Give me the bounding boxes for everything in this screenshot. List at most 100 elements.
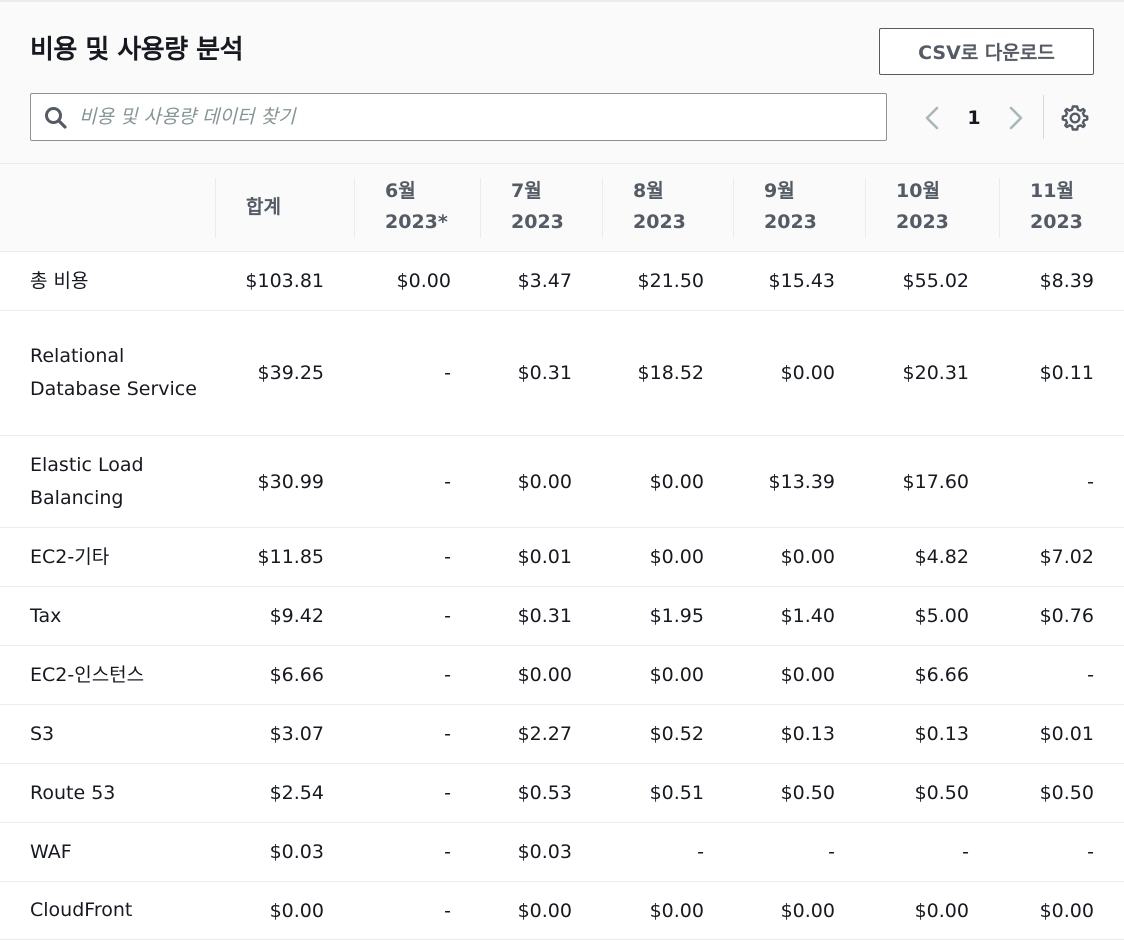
monthly-cost-cell: $21.50 [637, 270, 704, 292]
monthly-cost-cell: $0.00 [649, 470, 704, 493]
chevron-right-icon[interactable] [1000, 102, 1030, 134]
monthly-cost-cell: $6.66 [914, 664, 969, 686]
service-name: EC2-인스턴스 [30, 663, 145, 686]
monthly-cost-cell: $0.00 [914, 899, 969, 922]
column-header-name [0, 164, 215, 251]
monthly-cost-cell: $0.11 [1039, 362, 1094, 384]
monthly-cost-cell: $20.31 [902, 362, 969, 384]
monthly-cost-cell: $0.00 [517, 470, 572, 493]
column-header-line1: 10월 [896, 180, 940, 202]
monthly-cost-cell: $0.13 [914, 723, 969, 745]
monthly-cost-cell: $7.02 [1039, 546, 1094, 568]
monthly-cost-cell: $0.50 [780, 782, 835, 804]
monthly-cost-cell: $0.00 [649, 546, 704, 568]
total-cost-cell: $0.00 [269, 899, 324, 922]
monthly-cost-cell: - [444, 899, 451, 922]
column-separator [480, 178, 481, 238]
monthly-cost-cell: $0.00 [396, 270, 451, 292]
column-separator [354, 178, 355, 238]
table-row: WAF $0.03 - $0.03 - - - - [0, 823, 1124, 882]
monthly-cost-cell: $0.00 [780, 362, 835, 384]
column-header-line1: 8월 [633, 180, 664, 202]
service-name: CloudFront [30, 899, 133, 921]
total-cost-cell: $11.85 [257, 546, 324, 568]
gear-icon[interactable] [1060, 103, 1090, 133]
monthly-cost-cell: - [444, 782, 451, 804]
monthly-cost-cell: $0.13 [780, 723, 835, 745]
column-header-line2: 2023* [385, 211, 448, 233]
monthly-cost-cell: - [1087, 470, 1094, 493]
monthly-cost-cell: $0.00 [649, 899, 704, 922]
total-cost-cell: $0.03 [269, 841, 324, 863]
total-cost-cell: $30.99 [257, 470, 324, 493]
monthly-cost-cell: - [962, 841, 969, 863]
column-header-line1: 합계 [246, 196, 281, 218]
table-row: S3 $3.07 - $2.27 $0.52 $0.13 $0.13 $0.01 [0, 705, 1124, 764]
pagination-divider [1043, 95, 1044, 139]
monthly-cost-cell: $0.00 [649, 664, 704, 686]
service-name: Elastic Load Balancing [30, 453, 144, 509]
monthly-cost-cell: - [444, 664, 451, 686]
table-row: CloudFront $0.00 - $0.00 $0.00 $0.00 $0.00 $0.0… [0, 882, 1124, 940]
monthly-cost-cell: $2.27 [517, 723, 572, 745]
monthly-cost-cell: $0.53 [517, 782, 572, 804]
panel-header: 비용 및 사용량 분석 CSV로 다운로드 1 [0, 0, 1124, 163]
total-cost-cell: $6.66 [269, 664, 324, 686]
monthly-cost-cell: $13.39 [768, 470, 835, 493]
column-header-2[interactable]: 6월 2023* [354, 164, 480, 251]
monthly-cost-cell: $0.03 [517, 841, 572, 863]
column-header-line1: 6월 [385, 180, 416, 202]
column-header-line2: 2023 [633, 211, 686, 233]
monthly-cost-cell: - [828, 841, 835, 863]
column-header-3[interactable]: 7월 2023 [480, 164, 602, 251]
service-name: EC2-기타 [30, 545, 110, 568]
column-header-line2: 2023 [511, 211, 564, 233]
column-separator [602, 178, 603, 238]
monthly-cost-cell: - [444, 470, 451, 493]
column-header-4[interactable]: 8월 2023 [602, 164, 733, 251]
column-header-line1: 9월 [764, 180, 795, 202]
search-field[interactable] [30, 93, 887, 141]
monthly-cost-cell: $0.52 [649, 723, 704, 745]
service-name: Relational Database Service [30, 345, 197, 400]
pagination-current-page[interactable]: 1 [960, 105, 988, 131]
monthly-cost-cell: - [1087, 664, 1094, 686]
monthly-cost-cell: - [444, 841, 451, 863]
monthly-cost-cell: $15.43 [768, 270, 835, 292]
monthly-cost-cell: $0.50 [914, 782, 969, 804]
service-name: Tax [30, 604, 62, 627]
column-header-6[interactable]: 10월 2023 [865, 164, 999, 251]
monthly-cost-cell: $0.00 [517, 664, 572, 686]
column-header-line1: 7월 [511, 180, 542, 202]
monthly-cost-cell: - [444, 546, 451, 568]
monthly-cost-cell: $18.52 [637, 362, 704, 384]
table-row: EC2-기타 $11.85 - $0.01 $0.00 $0.00 $4.82 $7.02 [0, 528, 1124, 587]
column-header-5[interactable]: 9월 2023 [733, 164, 865, 251]
monthly-cost-cell: - [1087, 841, 1094, 863]
monthly-cost-cell: - [444, 362, 451, 384]
column-header-line2: 2023 [764, 211, 817, 233]
total-cost-cell: $39.25 [257, 362, 324, 384]
monthly-cost-cell: $5.00 [914, 605, 969, 627]
table-row: Tax $9.42 - $0.31 $1.95 $1.40 $5.00 $0.76 [0, 587, 1124, 646]
monthly-cost-cell: $0.00 [780, 664, 835, 686]
search-input[interactable] [79, 98, 869, 136]
table-row: EC2-인스턴스 $6.66 - $0.00 $0.00 $0.00 $6.66 - [0, 646, 1124, 705]
service-name: WAF [30, 840, 72, 863]
monthly-cost-cell: - [444, 605, 451, 627]
total-cost-cell: $2.54 [269, 782, 324, 804]
column-header-7[interactable]: 11월 2023 [999, 164, 1124, 251]
monthly-cost-cell: - [444, 723, 451, 745]
monthly-cost-cell: - [697, 841, 704, 863]
monthly-cost-cell: $0.01 [517, 546, 572, 568]
service-name: 총 비용 [30, 269, 89, 292]
monthly-cost-cell: $17.60 [902, 470, 969, 493]
chevron-left-icon[interactable] [918, 102, 948, 134]
monthly-cost-cell: $1.95 [649, 605, 704, 627]
table-row: Elastic Load Balancing $30.99 - $0.00 $0.00 $… [0, 436, 1124, 528]
total-cost-cell: $9.42 [269, 605, 324, 627]
column-header-1[interactable]: 합계 [215, 164, 354, 251]
download-csv-button[interactable]: CSV로 다운로드 [879, 28, 1094, 75]
monthly-cost-cell: $0.00 [780, 546, 835, 568]
monthly-cost-cell: $0.00 [780, 899, 835, 922]
